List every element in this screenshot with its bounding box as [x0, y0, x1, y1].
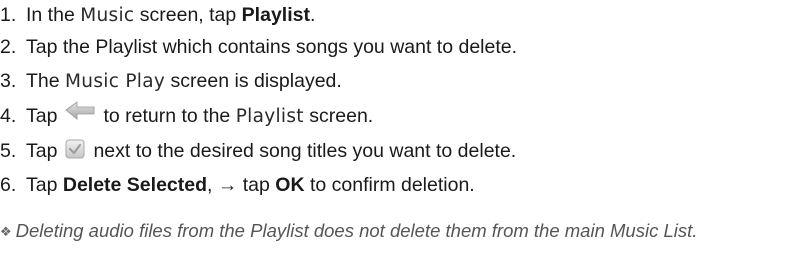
- step-text: .: [309, 4, 316, 26]
- step-text: , → tap: [207, 174, 276, 196]
- step-text: screen is displayed.: [165, 70, 342, 92]
- step-number: 3.: [0, 70, 17, 92]
- step-text: In the: [26, 4, 81, 26]
- step-text: screen, tap: [134, 4, 242, 26]
- screen-name: Playlist: [235, 106, 304, 127]
- step-6: 6. Tap Delete Selected, → tap OK to confi…: [0, 170, 475, 200]
- step-number: 4.: [0, 105, 17, 127]
- instruction-page: 1. In the Music screen, tap Playlist. 2. T…: [0, 0, 807, 273]
- screen-name: Music: [80, 5, 135, 26]
- step-4: 4. Tap to return to the Playlist screen.: [0, 101, 373, 131]
- step-3: 3. The Music Play screen is displayed.: [0, 66, 342, 96]
- step-number: 6.: [0, 174, 17, 196]
- step-text: Tap: [26, 174, 63, 196]
- step-text: next to the desired song titles you want…: [93, 140, 517, 162]
- back-arrow-icon: [65, 101, 95, 120]
- step-text: screen.: [303, 105, 374, 127]
- step-text: The: [26, 70, 66, 92]
- step-text: to confirm deletion.: [304, 174, 475, 196]
- step-2: 2. Tap the Playlist which contains songs …: [0, 32, 517, 62]
- step-text: Tap: [26, 105, 58, 127]
- checkbox-icon: [65, 139, 85, 159]
- note-bullet-icon: ❖: [0, 224, 12, 239]
- button-name: Playlist: [241, 4, 310, 26]
- screen-name: Music Play: [65, 71, 166, 92]
- step-1: 1. In the Music screen, tap Playlist.: [0, 0, 315, 30]
- step-text: Tap the Playlist which contains songs yo…: [26, 36, 518, 58]
- step-number: 2.: [0, 36, 17, 58]
- note-text: Deleting audio files from the Playlist d…: [15, 220, 698, 241]
- note: ❖ Deleting audio files from the Playlist …: [0, 217, 800, 246]
- step-number: 1.: [0, 4, 17, 26]
- button-name: Delete Selected: [62, 174, 208, 196]
- step-text: Tap: [26, 140, 58, 162]
- step-5: 5. Tap next to the desired song titles yo…: [0, 136, 516, 166]
- step-number: 5.: [0, 140, 17, 162]
- step-text: to return to the: [103, 105, 236, 127]
- button-name: OK: [275, 174, 305, 196]
